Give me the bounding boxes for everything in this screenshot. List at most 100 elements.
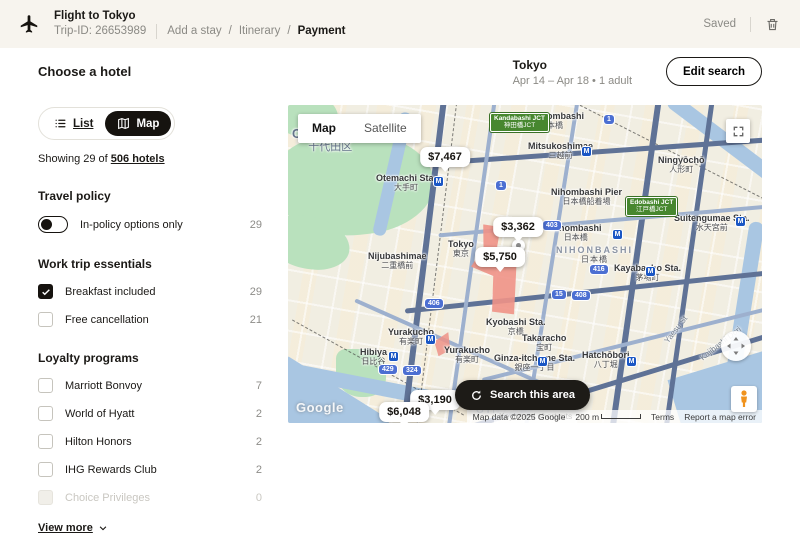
marriott-bonvoy-checkbox[interactable]: [38, 378, 53, 393]
filter-in-policy: In-policy options only 29: [38, 216, 262, 233]
list-view-button[interactable]: List: [42, 111, 105, 136]
route-shield: 429: [379, 365, 397, 374]
dates-guests-label: Apr 14 – Apr 18 • 1 adult: [513, 75, 632, 87]
refresh-icon: [470, 389, 483, 402]
free-cancellation-checkbox[interactable]: [38, 312, 53, 327]
route-shield: 15: [552, 290, 566, 299]
toggle-knob: [41, 219, 52, 230]
breakfast-included-checkbox[interactable]: [38, 284, 53, 299]
pan-arrows-icon: [721, 331, 751, 361]
filter-ihg-rewards-club: IHG Rewards Club 2: [38, 462, 262, 477]
filters-sidebar: List Map Showing 29 of 506 hotels Travel…: [38, 107, 262, 534]
map-data-text: Map data ©2025 Google: [473, 412, 566, 422]
section-loyalty-programs: Loyalty programs: [38, 351, 262, 365]
check-icon: [41, 287, 51, 297]
route-shield: 1: [496, 181, 506, 190]
trip-title: Flight to Tokyo: [54, 10, 346, 22]
map-canvas[interactable]: Map Satellite Search this area Google Ke…: [288, 105, 762, 423]
filter-free-cancellation: Free cancellation 21: [38, 312, 262, 327]
view-more-label: View more: [38, 522, 93, 534]
search-this-area-label: Search this area: [490, 389, 575, 401]
filter-label: In-policy options only: [80, 219, 250, 231]
map-type-map-button[interactable]: Map: [298, 114, 350, 143]
trash-icon[interactable]: [765, 16, 780, 33]
map-type-satellite-button[interactable]: Satellite: [350, 114, 421, 143]
filter-label: Breakfast included: [65, 286, 250, 298]
metro-station-icon: M: [582, 147, 591, 156]
terms-link[interactable]: Terms: [651, 412, 674, 422]
search-this-area-button[interactable]: Search this area: [455, 380, 590, 410]
trip-id: Trip-ID: 26653989: [54, 25, 146, 37]
world-of-hyatt-checkbox[interactable]: [38, 406, 53, 421]
results-count-prefix: Showing 29 of: [38, 153, 111, 165]
map-label: NIHONBASHI日本橋: [556, 245, 633, 265]
map-label: Kandabashi JCT神田橋JCT: [490, 113, 549, 132]
fullscreen-icon: [732, 125, 745, 138]
map-label: Takaracho宝町: [522, 333, 566, 353]
route-shield: 416: [590, 265, 608, 274]
search-summary: Tokyo Apr 14 – Apr 18 • 1 adult: [513, 58, 632, 87]
filter-label: Hilton Honors: [65, 436, 256, 448]
filter-label: Free cancellation: [65, 314, 250, 326]
map-scale: 200 m: [575, 412, 641, 422]
metro-station-icon: M: [613, 230, 622, 239]
list-icon: [54, 117, 67, 130]
filter-count: 2: [256, 464, 262, 476]
pegman-control[interactable]: [731, 386, 757, 412]
filter-count: 2: [256, 436, 262, 448]
hotel-price-pin[interactable]: $6,048: [379, 402, 429, 422]
hotel-price-pin[interactable]: $7,467: [420, 147, 470, 167]
map-label: Ningyōchō人形町: [658, 155, 705, 175]
map-scale-label: 200 m: [575, 412, 599, 422]
map-view-button[interactable]: Map: [105, 111, 171, 136]
filter-label: Choice Privileges: [65, 492, 256, 504]
pan-control[interactable]: [721, 331, 751, 361]
filter-count: 21: [250, 314, 262, 326]
route-shield: 408: [572, 291, 590, 300]
map-label: Otemachi Sta.大手町: [376, 173, 436, 193]
saved-status[interactable]: Saved: [703, 18, 736, 30]
metro-station-icon: M: [389, 352, 398, 361]
breadcrumb-payment[interactable]: Payment: [298, 25, 346, 37]
filter-count: 7: [256, 380, 262, 392]
metro-station-icon: M: [646, 267, 655, 276]
metro-station-icon: M: [434, 177, 443, 186]
top-header: Flight to Tokyo Trip-ID: 26653989 Add a …: [0, 0, 800, 48]
pegman-icon: [737, 390, 751, 408]
results-count: Showing 29 of 506 hotels: [38, 153, 262, 165]
hotel-price-pin[interactable]: $3,362: [493, 217, 543, 237]
map-label: Edobashi JCT江戸橋JCT: [626, 197, 677, 216]
filter-world-of-hyatt: World of Hyatt 2: [38, 406, 262, 421]
results-count-link[interactable]: 506 hotels: [111, 153, 165, 165]
fullscreen-button[interactable]: [726, 119, 750, 143]
google-logo[interactable]: Google: [296, 400, 344, 415]
map-label: Nijubashimae二重橋前: [368, 251, 427, 271]
hotel-price-pin[interactable]: $5,750: [475, 247, 525, 267]
ihg-rewards-club-checkbox[interactable]: [38, 462, 53, 477]
section-work-trip-essentials: Work trip essentials: [38, 257, 262, 271]
route-shield: 403: [543, 221, 561, 230]
report-map-error-link[interactable]: Report a map error: [684, 412, 756, 422]
map-scale-bar: [601, 414, 641, 419]
edit-search-button[interactable]: Edit search: [666, 57, 762, 86]
metro-station-icon: M: [627, 357, 636, 366]
filter-count: 29: [250, 286, 262, 298]
divider: [750, 17, 751, 32]
view-more-link[interactable]: View more: [38, 522, 262, 534]
in-policy-toggle[interactable]: [38, 216, 68, 233]
hilton-honors-checkbox[interactable]: [38, 434, 53, 449]
map-label: Nihombashi Pier日本橋船着場: [551, 187, 622, 207]
map-label: Ginza-itchome Sta.銀座一丁目: [494, 353, 575, 373]
map-attribution: Map data ©2025 Google 200 m Terms Report…: [467, 410, 762, 423]
view-toggle: List Map: [38, 107, 175, 140]
page-title: Choose a hotel: [38, 64, 131, 79]
airplane-icon: [18, 13, 40, 35]
filter-label: World of Hyatt: [65, 408, 256, 420]
filter-count: 2: [256, 408, 262, 420]
breadcrumb-itinerary[interactable]: Itinerary: [239, 25, 281, 37]
destination-label: Tokyo: [513, 58, 632, 72]
metro-station-icon: M: [736, 217, 745, 226]
map-view-label: Map: [136, 118, 159, 130]
breadcrumb-add-a-stay[interactable]: Add a stay: [167, 25, 221, 37]
filter-label: IHG Rewards Club: [65, 464, 256, 476]
